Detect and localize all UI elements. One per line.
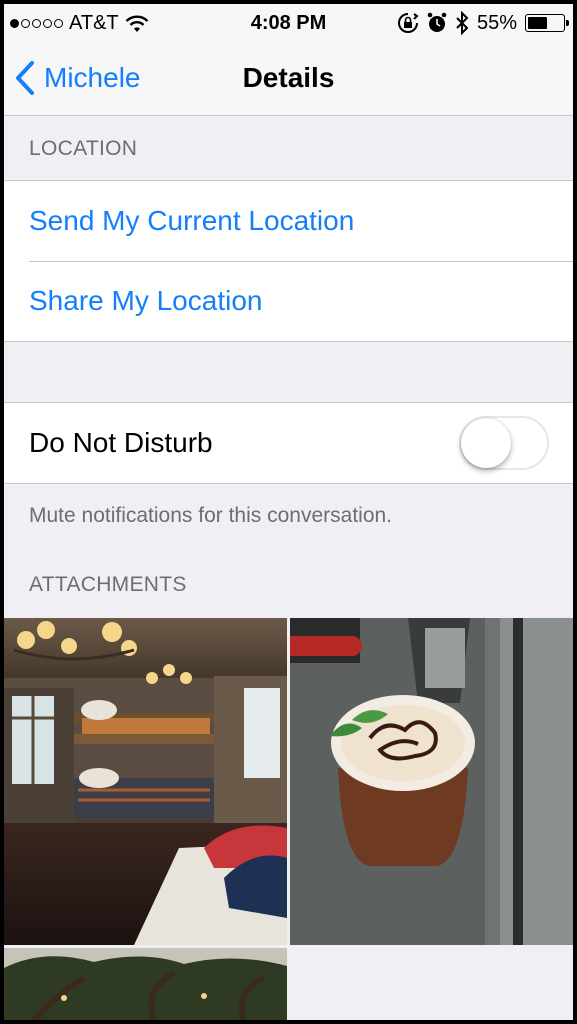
- trees-at-dusk-photo: [4, 948, 287, 1020]
- screen: AT&T 4:08 PM 55% Michele Details LOCATIO…: [4, 4, 573, 1020]
- do-not-disturb-toggle[interactable]: [459, 416, 549, 470]
- navigation-bar: Michele Details: [4, 44, 573, 116]
- attachment-photo-coffee[interactable]: [290, 618, 573, 945]
- location-group: Send My Current Location Share My Locati…: [4, 180, 573, 342]
- location-section-header: LOCATION: [29, 137, 138, 160]
- status-right: 55%: [397, 11, 569, 35]
- alarm-icon: [427, 12, 447, 32]
- attachment-photo-trees[interactable]: [4, 948, 287, 1020]
- do-not-disturb-note: Mute notifications for this conversation…: [29, 504, 393, 527]
- iced-coffee-photo: [290, 618, 573, 945]
- do-not-disturb-group: Do Not Disturb: [4, 402, 573, 484]
- do-not-disturb-label: Do Not Disturb: [29, 427, 213, 458]
- battery-icon: [525, 14, 569, 32]
- rotation-lock-icon: [398, 13, 419, 33]
- toggle-knob: [461, 418, 511, 468]
- page-title: Details: [242, 62, 335, 93]
- do-not-disturb-row: Do Not Disturb: [4, 403, 573, 483]
- attachment-photo-cabin[interactable]: [4, 618, 287, 945]
- attachments-section-header: ATTACHMENTS: [29, 573, 187, 596]
- send-current-location-button[interactable]: Send My Current Location: [4, 181, 573, 261]
- cabin-bunk-room-photo: [4, 618, 287, 945]
- status-bar: AT&T 4:08 PM 55%: [4, 4, 573, 44]
- battery-percent: 55%: [476, 11, 517, 34]
- bluetooth-icon: [456, 11, 469, 35]
- share-my-location-button[interactable]: Share My Location: [4, 261, 573, 341]
